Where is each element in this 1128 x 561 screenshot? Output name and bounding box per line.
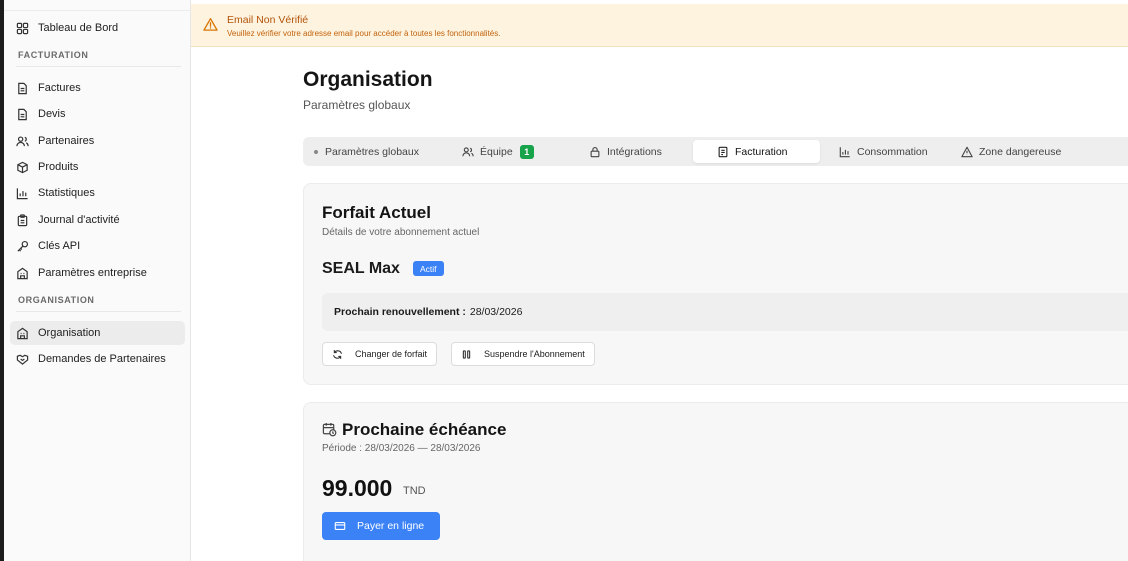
tab-label: Facturation bbox=[735, 145, 788, 158]
section-divider bbox=[16, 311, 181, 312]
sidebar-item-label: Statistiques bbox=[38, 187, 95, 199]
tab-danger-zone[interactable]: Zone dangereuse bbox=[953, 140, 1069, 163]
bar-chart-icon bbox=[16, 187, 29, 200]
next-payment-card: Prochaine échéance Période : 28/03/2026 … bbox=[303, 402, 1128, 561]
renewal-label: Prochain renouvellement : bbox=[334, 306, 466, 318]
renewal-date: 28/03/2026 bbox=[469, 306, 523, 318]
box-icon bbox=[16, 161, 29, 174]
sidebar-item-label: Organisation bbox=[38, 327, 101, 339]
change-plan-button[interactable]: Changer de forfait bbox=[322, 342, 438, 366]
handshake-icon bbox=[16, 353, 29, 366]
sidebar-item-label: Journal d'activité bbox=[38, 214, 120, 226]
tab-label: Paramètres globaux bbox=[325, 145, 419, 158]
sidebar-item-label: Factures bbox=[38, 82, 81, 94]
sidebar-item-organisation[interactable]: Organisation bbox=[10, 321, 185, 345]
receipt-icon bbox=[718, 146, 728, 157]
section-divider bbox=[16, 66, 181, 67]
sidebar-item-api-keys[interactable]: Clés API bbox=[10, 234, 185, 258]
tab-global-settings[interactable]: Paramètres globaux bbox=[306, 140, 427, 163]
billing-period: Période : 28/03/2026 — 28/03/2026 bbox=[322, 443, 481, 454]
users-icon bbox=[16, 135, 29, 148]
currency-label: TND bbox=[403, 485, 426, 497]
sidebar-item-label: Tableau de Bord bbox=[38, 22, 119, 34]
dot-icon bbox=[314, 149, 318, 154]
file-icon bbox=[16, 82, 29, 95]
users-icon bbox=[462, 146, 474, 156]
sidebar-item-label: Clés API bbox=[38, 240, 81, 252]
tab-team[interactable]: Équipe 1 bbox=[454, 140, 542, 163]
credit-card-icon bbox=[334, 522, 346, 530]
sidebar-item-invoices[interactable]: Factures bbox=[10, 76, 185, 100]
amount-due: 99.000 bbox=[322, 475, 393, 501]
warning-icon bbox=[203, 18, 218, 31]
sidebar-item-quotes[interactable]: Devis bbox=[10, 102, 185, 126]
sidebar-top-divider bbox=[4, 10, 191, 11]
sidebar-item-products[interactable]: Produits bbox=[10, 155, 185, 179]
sidebar-item-label: Devis bbox=[38, 108, 66, 120]
status-badge: Actif bbox=[413, 261, 444, 276]
section-label-billing: FACTURATION bbox=[18, 50, 89, 60]
button-label: Changer de forfait bbox=[355, 349, 428, 359]
current-plan-card: Forfait Actuel Détails de votre abonneme… bbox=[303, 183, 1128, 385]
building-icon bbox=[16, 327, 29, 340]
tab-integrations[interactable]: Intégrations bbox=[581, 140, 670, 163]
sidebar-item-label: Partenaires bbox=[38, 135, 95, 147]
suspend-subscription-button[interactable]: Suspendre l'Abonnement bbox=[451, 342, 595, 366]
sidebar-item-dashboard[interactable]: Tableau de Bord bbox=[10, 16, 185, 40]
plan-name: SEAL Max bbox=[322, 260, 400, 277]
sidebar-item-statistics[interactable]: Statistiques bbox=[10, 181, 185, 205]
tab-consumption[interactable]: Consommation bbox=[831, 140, 936, 163]
lock-icon bbox=[590, 146, 600, 157]
building-icon bbox=[16, 267, 29, 280]
tab-label: Intégrations bbox=[607, 145, 662, 158]
calendar-clock-icon bbox=[322, 422, 337, 437]
clipboard-icon bbox=[16, 213, 29, 227]
key-icon bbox=[16, 240, 29, 253]
button-label: Payer en ligne bbox=[357, 520, 425, 532]
renewal-info: Prochain renouvellement : 28/03/2026 bbox=[322, 293, 1128, 331]
bar-chart-icon bbox=[839, 146, 850, 157]
tab-billing[interactable]: Facturation bbox=[693, 140, 820, 163]
sidebar-item-label: Demandes de Partenaires bbox=[38, 353, 166, 365]
tab-label: Consommation bbox=[857, 145, 928, 158]
sidebar-item-partners[interactable]: Partenaires bbox=[10, 129, 185, 153]
tab-label: Zone dangereuse bbox=[979, 145, 1062, 158]
next-payment-title: Prochaine échéance bbox=[342, 420, 507, 439]
grid-icon bbox=[16, 22, 29, 35]
pause-icon bbox=[462, 349, 471, 359]
settings-tabs: Paramètres globaux Équipe 1 Intégrations… bbox=[303, 137, 1128, 166]
section-label-organisation: ORGANISATION bbox=[18, 295, 95, 305]
sidebar: Tableau de Bord FACTURATION Factures Dev… bbox=[4, 0, 191, 561]
page-subtitle: Paramètres globaux bbox=[303, 98, 411, 112]
sidebar-item-company-settings[interactable]: Paramètres entreprise bbox=[10, 261, 185, 285]
file-icon bbox=[16, 108, 29, 121]
pay-online-button[interactable]: Payer en ligne bbox=[322, 512, 440, 540]
current-plan-subtitle: Détails de votre abonnement actuel bbox=[322, 227, 480, 238]
button-label: Suspendre l'Abonnement bbox=[484, 349, 585, 359]
team-count-badge: 1 bbox=[519, 144, 534, 159]
email-warning-banner: Email Non Vérifié Veuillez vérifier votr… bbox=[191, 4, 1128, 47]
sidebar-item-partner-requests[interactable]: Demandes de Partenaires bbox=[10, 347, 185, 371]
sidebar-item-activity-log[interactable]: Journal d'activité bbox=[10, 208, 185, 232]
banner-title: Email Non Vérifié bbox=[227, 14, 309, 26]
warning-icon bbox=[961, 146, 973, 157]
tab-label: Équipe bbox=[480, 145, 513, 158]
sidebar-item-label: Produits bbox=[38, 161, 79, 173]
current-plan-title: Forfait Actuel bbox=[322, 203, 431, 222]
sidebar-item-label: Paramètres entreprise bbox=[38, 267, 147, 279]
page-title: Organisation bbox=[303, 68, 433, 91]
banner-description: Veuillez vérifier votre adresse email po… bbox=[227, 29, 501, 38]
refresh-icon bbox=[333, 349, 342, 359]
main-content: Email Non Vérifié Veuillez vérifier votr… bbox=[191, 0, 1128, 561]
